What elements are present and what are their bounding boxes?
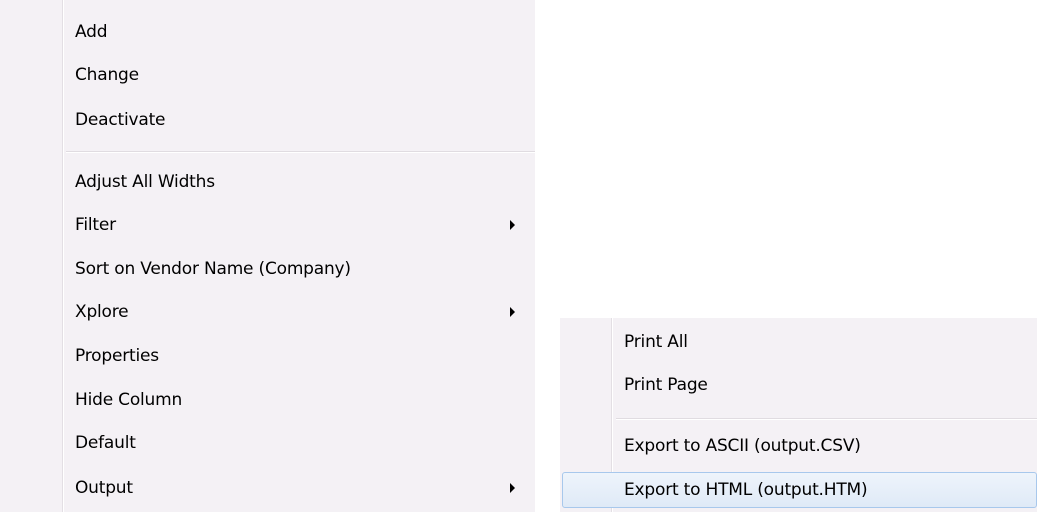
submenu-item-print-page[interactable]: Print Page — [560, 369, 1037, 401]
menu-item-label: Default — [75, 433, 136, 453]
submenu-arrow-icon — [510, 220, 515, 230]
submenu-item-print-all[interactable]: Print All — [560, 326, 1037, 358]
menu-item-properties[interactable]: Properties — [0, 340, 535, 372]
menu-item-label: Export to ASCII (output.CSV) — [624, 436, 861, 456]
menu-separator-highlight — [66, 152, 535, 153]
menu-item-label: Change — [75, 65, 139, 85]
menu-item-sort-vendor-name[interactable]: Sort on Vendor Name (Company) — [0, 253, 535, 285]
submenu-arrow-icon — [510, 307, 515, 317]
context-menu: Add Change Deactivate Adjust All Widths … — [0, 0, 535, 512]
menu-item-label: Adjust All Widths — [75, 172, 215, 192]
menu-item-output[interactable]: Output — [0, 472, 535, 504]
output-submenu: Print All Print Page Export to ASCII (ou… — [560, 318, 1037, 512]
menu-item-label: Export to HTML (output.HTM) — [624, 480, 868, 500]
menu-item-label: Hide Column — [75, 390, 183, 410]
menu-item-default[interactable]: Default — [0, 427, 535, 459]
menu-separator-highlight — [616, 419, 1037, 420]
submenu-item-export-html[interactable]: Export to HTML (output.HTM) — [562, 472, 1037, 508]
menu-item-change[interactable]: Change — [0, 59, 535, 91]
menu-item-deactivate[interactable]: Deactivate — [0, 104, 535, 136]
submenu-arrow-icon — [510, 483, 515, 493]
menu-item-label: Output — [75, 478, 133, 498]
menu-item-xplore[interactable]: Xplore — [0, 296, 535, 328]
menu-item-label: Filter — [75, 215, 116, 235]
menu-item-label: Print Page — [624, 375, 708, 395]
menu-item-label: Print All — [624, 332, 688, 352]
menu-item-filter[interactable]: Filter — [0, 209, 535, 241]
menu-item-label: Add — [75, 22, 108, 42]
menu-item-label: Xplore — [75, 302, 129, 322]
menu-item-label: Sort on Vendor Name (Company) — [75, 259, 351, 279]
menu-item-label: Deactivate — [75, 110, 166, 130]
menu-item-adjust-all-widths[interactable]: Adjust All Widths — [0, 166, 535, 198]
submenu-item-export-ascii[interactable]: Export to ASCII (output.CSV) — [560, 430, 1037, 462]
menu-item-hide-column[interactable]: Hide Column — [0, 384, 535, 416]
menu-item-add[interactable]: Add — [0, 16, 535, 48]
menu-item-label: Properties — [75, 346, 159, 366]
